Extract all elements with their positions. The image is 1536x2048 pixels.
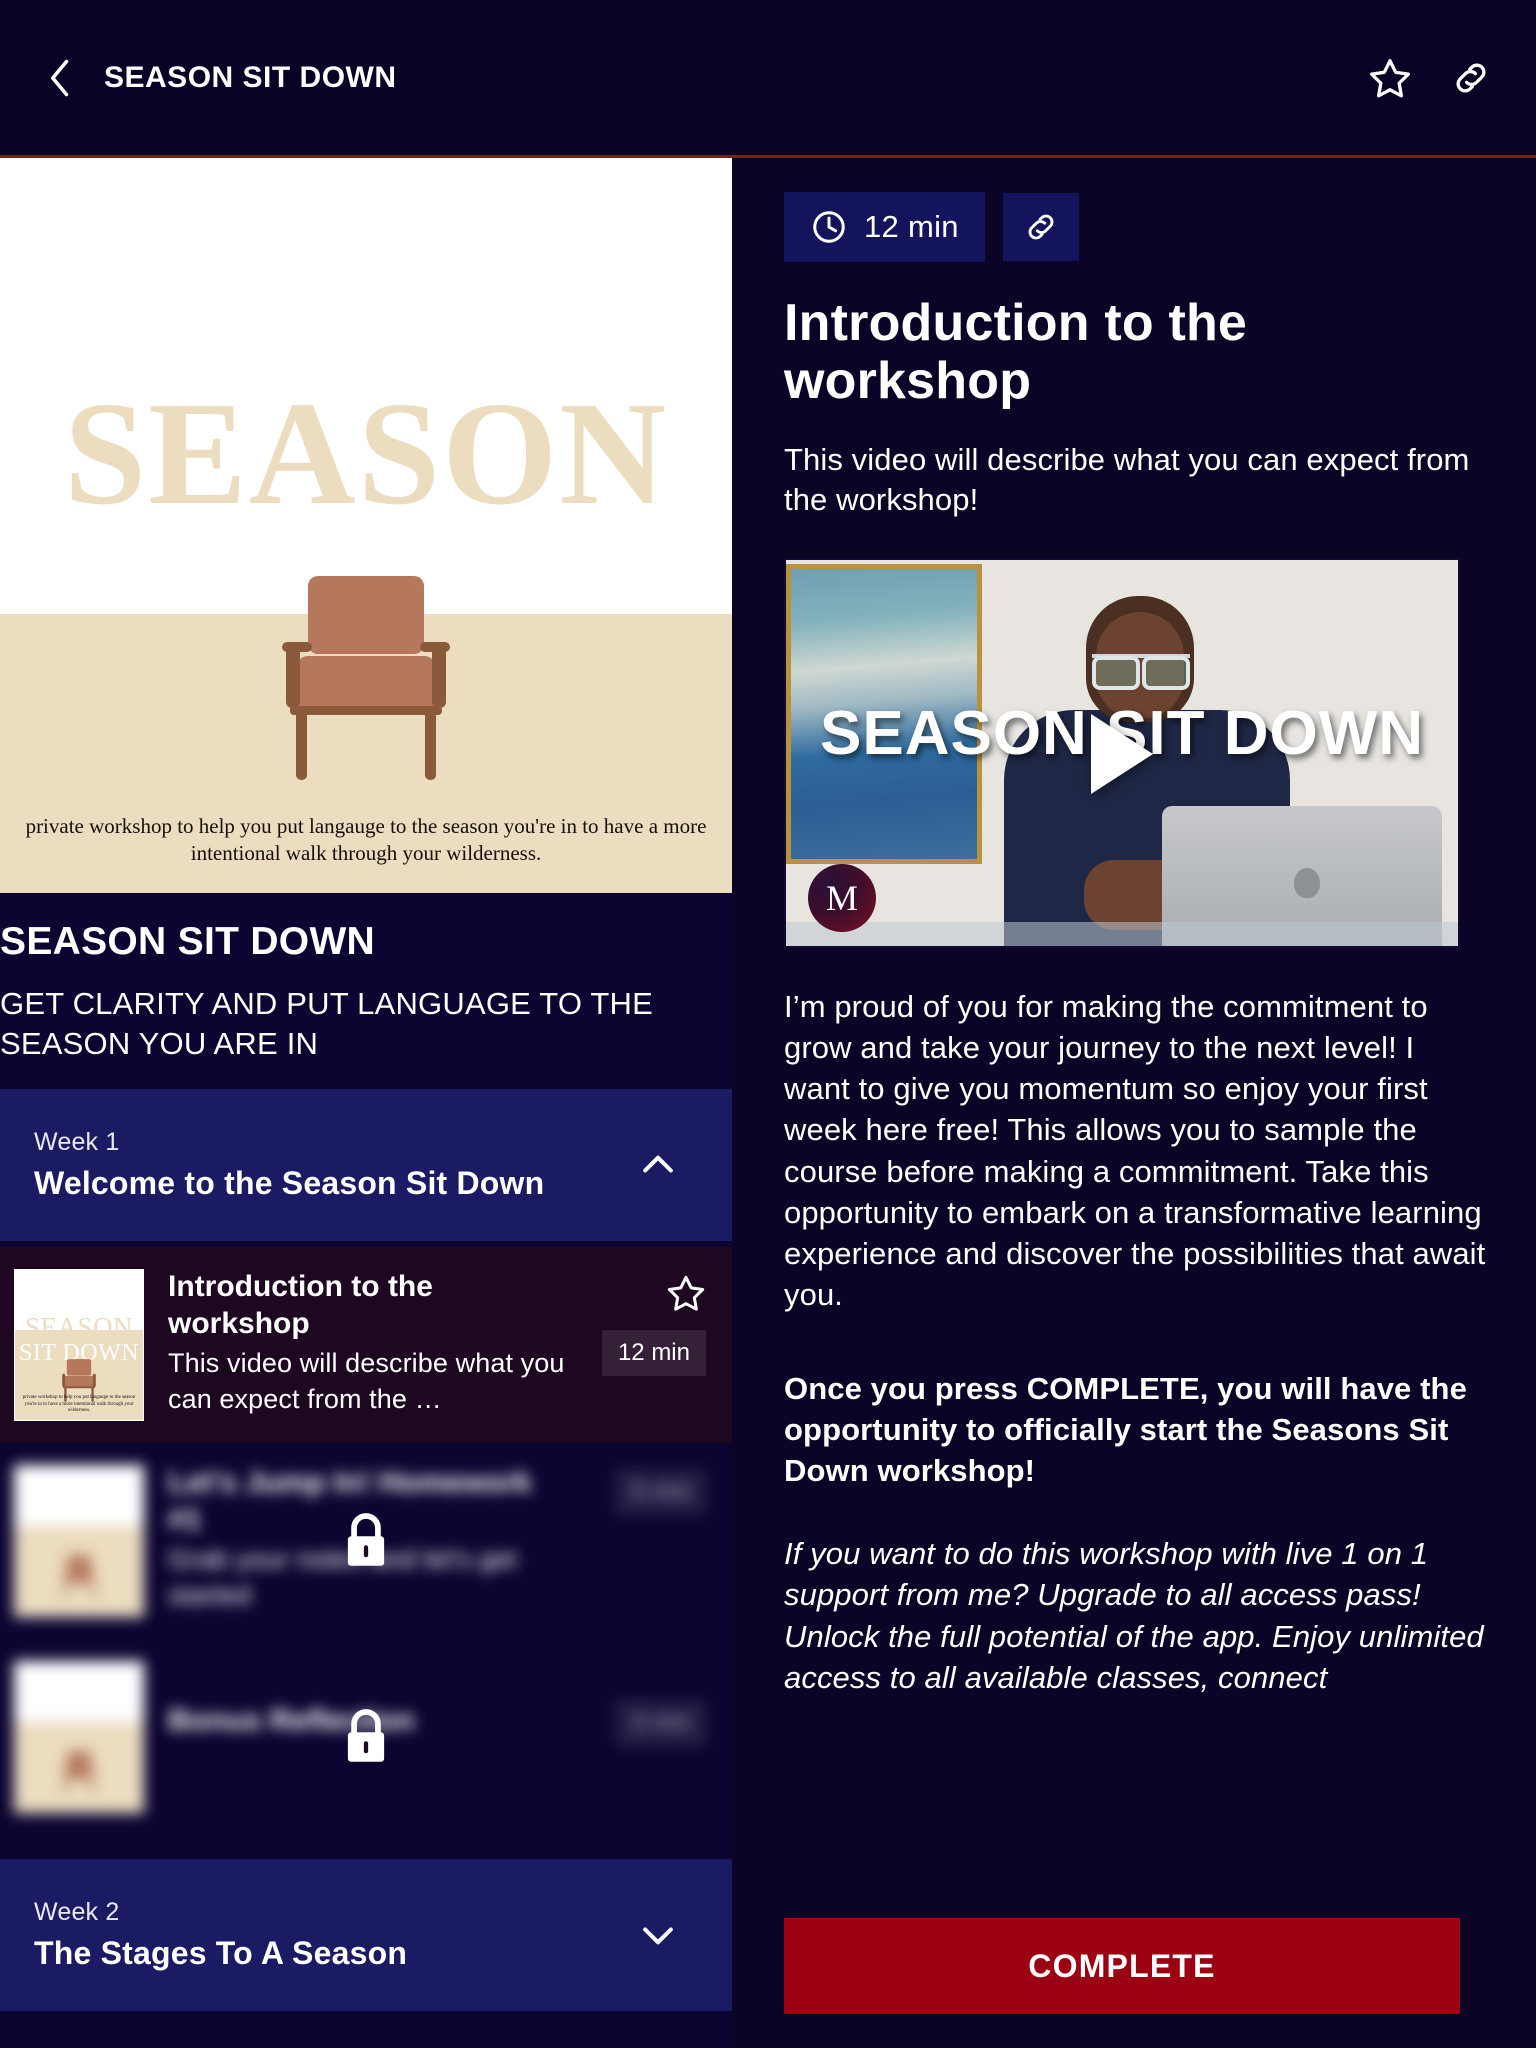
clock-icon [813,211,845,243]
lesson-thumbnail: SEASON SIT DOWN private workshop to help… [14,1269,144,1422]
lesson-row-introduction-to-the-workshop[interactable]: SEASON SIT DOWN private workshop to help… [0,1247,732,1444]
lesson-title: Bonus Reflection [168,1703,415,1737]
back-button[interactable] [44,56,78,100]
lesson-duration-badge: 12 min [601,1330,706,1377]
section-header-week-1[interactable]: Week 1 Welcome to the Season Sit Down [0,1089,732,1242]
lesson-meta-row: 12 min [784,192,1488,262]
content-fade-mask [732,1862,1536,1918]
lesson-description: Grab your notes and let's get started [168,1544,517,1610]
cover-caption: private workshop to help you put langaug… [25,814,707,866]
course-outline-panel[interactable]: SEASON SIT DOWN private workshop to help… [0,158,732,2048]
lesson-thumbnail [14,1661,144,1814]
star-outline-icon [1370,58,1410,97]
presenter-glasses [1092,653,1190,690]
apple-logo-icon [1294,867,1320,898]
glass-desk [786,921,1458,946]
duration-label: 12 min [864,209,959,244]
star-outline-icon [667,1276,705,1311]
detail-share-button[interactable] [1002,193,1079,261]
duration-pill: 12 min [784,192,985,262]
thumb-caption: private workshop to help you put langaug… [22,1395,136,1413]
lesson-duration-badge: 5 min [615,1469,706,1516]
brand-logo: M [808,863,876,932]
play-icon[interactable] [1091,713,1153,794]
favorite-button[interactable] [1368,56,1412,100]
chevron-left-icon [50,59,69,96]
lesson-detail-panel: 12 min Introduction to the workshop This… [732,158,1536,2048]
course-cover-art: SEASON SIT DOWN private workshop to help… [0,158,732,893]
complete-button[interactable]: COMPLETE [784,1918,1460,2014]
lesson-duration-badge: 3 min [615,1700,706,1747]
thumb-word-top: SEASON [24,1312,134,1343]
lesson-row-bonus-reflection[interactable]: Bonus Reflection 3 min [0,1639,732,1836]
lesson-title: Introduction to the workshop [168,1270,433,1340]
lesson-title: Let's Jump In! Homework #1 [168,1466,532,1536]
page-title: SEASON SIT DOWN [104,60,397,94]
section-header-week-2[interactable]: Week 2 The Stages To A Season [0,1859,732,2012]
detail-paragraph-2: Once you press COMPLETE, you will have t… [784,1370,1467,1488]
detail-paragraph-1: I’m proud of you for making the commitme… [784,988,1486,1313]
armchair-illustration [64,1555,94,1599]
detail-paragraph-3: If you want to do this workshop with liv… [784,1536,1484,1695]
share-link-button[interactable] [1450,57,1492,99]
video-player-thumbnail[interactable]: SEASON SIT DOWN M [784,557,1460,948]
lesson-favorite-button[interactable] [666,1273,706,1318]
section-name: Welcome to the Season Sit Down [34,1165,545,1202]
lesson-row-lets-jump-in-homework-1[interactable]: Let's Jump In! Homework #1 Grab your not… [0,1443,732,1640]
link-icon [1028,214,1054,240]
course-title: SEASON SIT DOWN [0,920,376,963]
armchair-illustration [64,1751,94,1795]
chevron-up-icon[interactable] [636,1143,680,1187]
course-heading-block: SEASON SIT DOWN GET CLARITY AND PUT LANG… [0,893,732,1089]
lesson-thumbnail [14,1465,144,1618]
app-header: SEASON SIT DOWN [0,0,1536,155]
armchair-illustration [282,576,450,780]
section-kicker: Week 2 [34,1898,120,1927]
link-icon [1456,63,1486,92]
lesson-detail-description: This video will describe what you can ex… [784,442,1470,518]
section-name: The Stages To A Season [34,1935,408,1972]
chevron-down-icon[interactable] [636,1913,680,1957]
lesson-description: This video will describe what you can ex… [168,1348,565,1414]
course-subtitle: GET CLARITY AND PUT LANGUAGE TO THE SEAS… [0,985,654,1061]
lesson-detail-title: Introduction to the workshop [784,294,1248,411]
section-kicker: Week 1 [34,1128,120,1157]
